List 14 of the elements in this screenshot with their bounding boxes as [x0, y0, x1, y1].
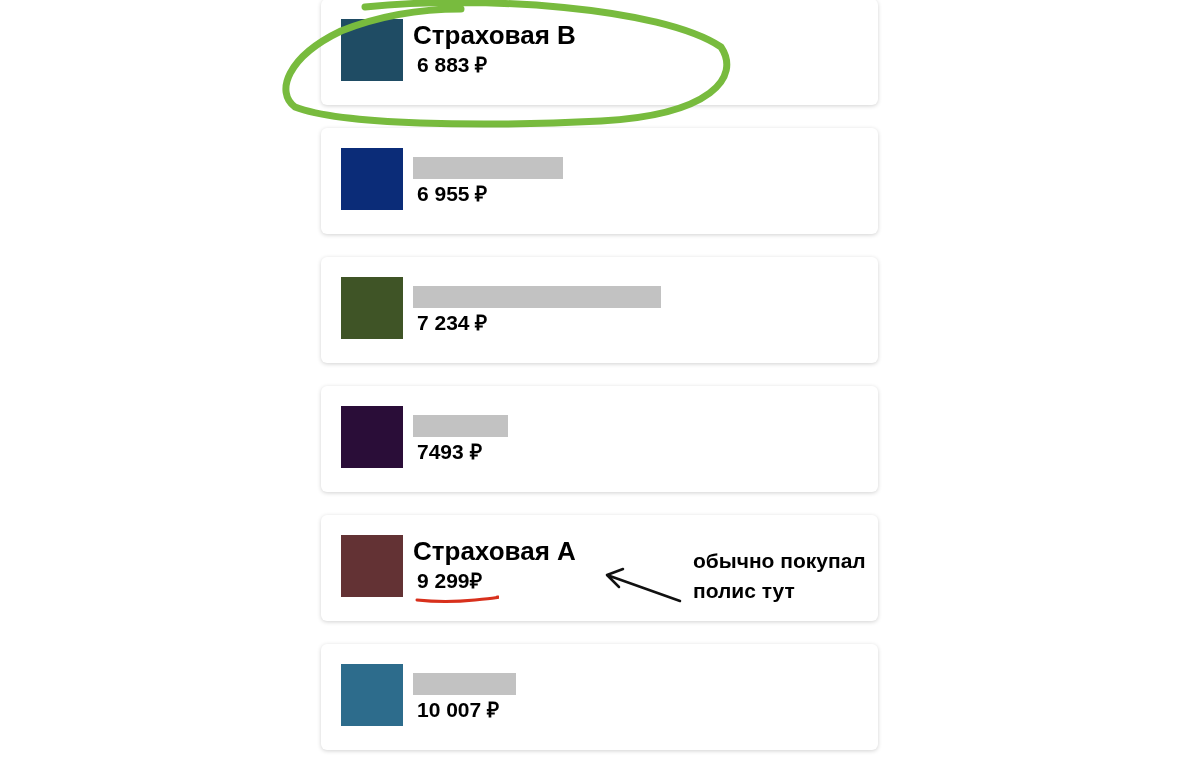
price: 10 007 ₽	[416, 698, 500, 721]
offer-card[interactable]: 7493 ₽	[321, 386, 878, 492]
annotation-note: обычно покупал полис тут	[693, 548, 866, 604]
price: 6 955 ₽	[416, 182, 488, 205]
price: 6 883 ₽	[416, 53, 488, 76]
offer-card[interactable]: 10 007 ₽	[321, 644, 878, 750]
price: 7493 ₽	[416, 440, 482, 463]
company-name: Страховая А	[413, 535, 576, 567]
price: 7 234 ₽	[416, 311, 488, 334]
offer-card[interactable]: 6 955 ₽	[321, 128, 878, 234]
price: 9 299₽	[416, 569, 482, 592]
offer-card[interactable]: 7 234 ₽	[321, 257, 878, 363]
company-name: Страховая В	[413, 19, 576, 51]
offer-card[interactable]: Страховая В 6 883 ₽	[321, 0, 878, 105]
